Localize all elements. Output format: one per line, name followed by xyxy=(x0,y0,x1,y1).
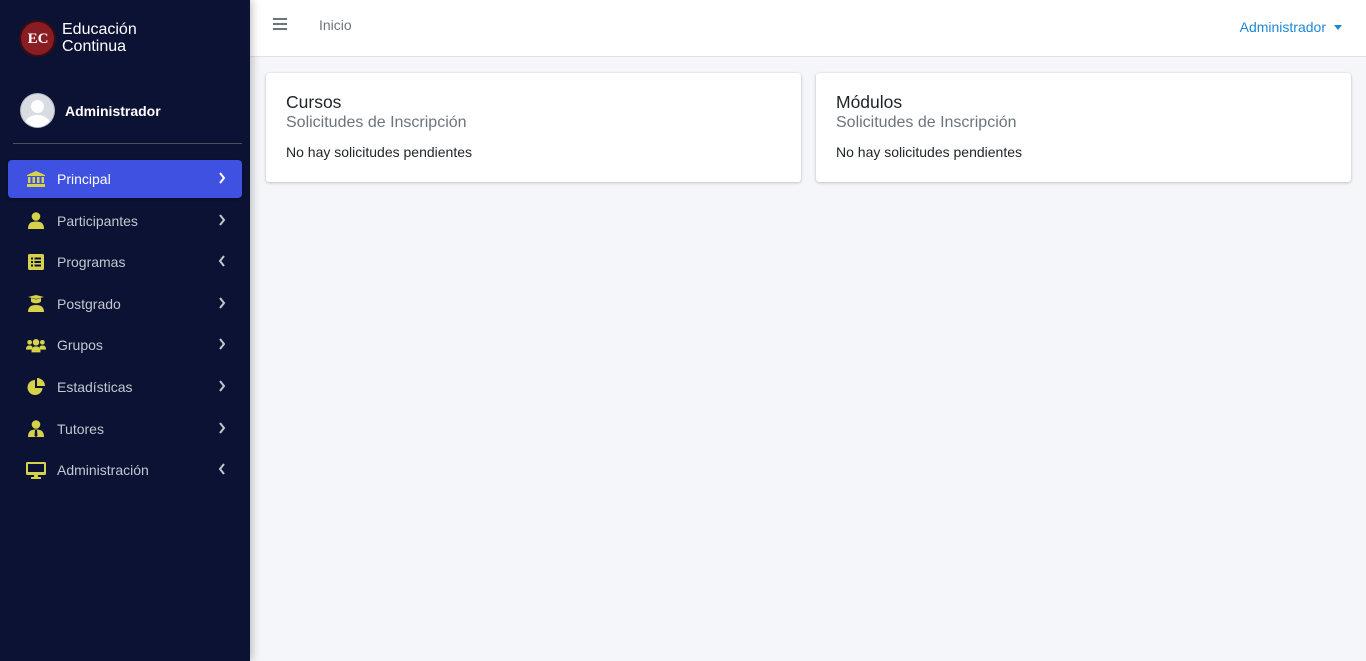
chevron-left-icon xyxy=(218,255,225,267)
user-icon xyxy=(26,212,46,230)
svg-text:EC: EC xyxy=(27,31,48,47)
main-sidebar: EC Educación Continua Administrador Prin… xyxy=(0,0,250,661)
desktop-icon xyxy=(26,461,46,479)
list-alt-icon xyxy=(26,253,46,271)
card-text: No hay solicitudes pendientes xyxy=(286,144,473,160)
user-panel: Administrador xyxy=(13,78,242,144)
sidebar-item-programas[interactable]: Programas xyxy=(8,243,242,281)
chevron-right-icon xyxy=(219,421,226,434)
sidebar-item-label: Participantes xyxy=(57,212,138,229)
sidebar-item-label: Postgrado xyxy=(57,295,121,312)
ec-logo-icon: EC xyxy=(21,21,54,55)
user-avatar-icon xyxy=(21,94,54,127)
top-navbar: Inicio Administrador xyxy=(250,0,1366,57)
chevron-right-icon xyxy=(219,380,226,392)
sidebar-item-label: Administración xyxy=(57,462,149,479)
chevron-left-icon xyxy=(218,463,225,475)
card-title: Módulos xyxy=(836,92,903,112)
chevron-right-icon xyxy=(219,338,226,350)
card-text: No hay solicitudes pendientes xyxy=(836,144,1023,160)
brand-text: Educación Continua xyxy=(62,21,137,55)
sidebar-item-label: Grupos xyxy=(57,337,103,354)
pie-chart-icon xyxy=(26,377,46,396)
sidebar-item-participantes[interactable]: Participantes xyxy=(8,202,242,240)
user-dropdown-label: Administrador xyxy=(1239,19,1326,35)
card-title: Cursos xyxy=(286,92,342,112)
hamburger-icon[interactable] xyxy=(273,18,287,30)
sidebar-item-label: Tutores xyxy=(57,420,104,437)
sidebar-item-grupos[interactable]: Grupos xyxy=(8,326,242,364)
chevron-right-icon xyxy=(219,172,226,184)
chevron-right-icon xyxy=(219,213,226,226)
chevron-right-icon xyxy=(219,297,226,309)
sidebar-item-label: Programas xyxy=(57,254,126,271)
user-name[interactable]: Administrador xyxy=(65,103,161,119)
sidebar-item-postgrado[interactable]: Postgrado xyxy=(8,285,242,323)
sidebar-item-label: Principal xyxy=(57,171,111,187)
sidebar-item-label: Estadísticas xyxy=(57,378,133,395)
user-tie-icon xyxy=(26,420,46,438)
brand-line-2: Continua xyxy=(62,38,127,55)
brand-link[interactable]: EC Educación Continua xyxy=(0,0,250,76)
graduate-icon xyxy=(26,295,46,313)
users-icon xyxy=(26,336,46,354)
sidebar-item-tutores[interactable]: Tutores xyxy=(8,410,242,448)
sidebar-item-principal[interactable]: Principal xyxy=(8,160,242,198)
user-dropdown[interactable]: Administrador xyxy=(1240,19,1342,35)
card-subtitle: Solicitudes de Inscripción xyxy=(836,114,1017,131)
bank-icon xyxy=(26,170,46,188)
card-modulos: Módulos Solicitudes de Inscripción No ha… xyxy=(816,73,1351,182)
card-cursos: Cursos Solicitudes de Inscripción No hay… xyxy=(266,73,801,182)
card-subtitle: Solicitudes de Inscripción xyxy=(286,114,467,131)
home-link[interactable]: Inicio xyxy=(319,17,352,33)
brand-line-1: Educación xyxy=(62,21,137,38)
sidebar-nav: Principal Participantes Programas Postgr… xyxy=(8,160,242,493)
caret-down-icon xyxy=(1334,24,1342,30)
sidebar-item-administracion[interactable]: Administración xyxy=(8,451,242,489)
sidebar-item-estadisticas[interactable]: Estadísticas xyxy=(8,368,242,406)
